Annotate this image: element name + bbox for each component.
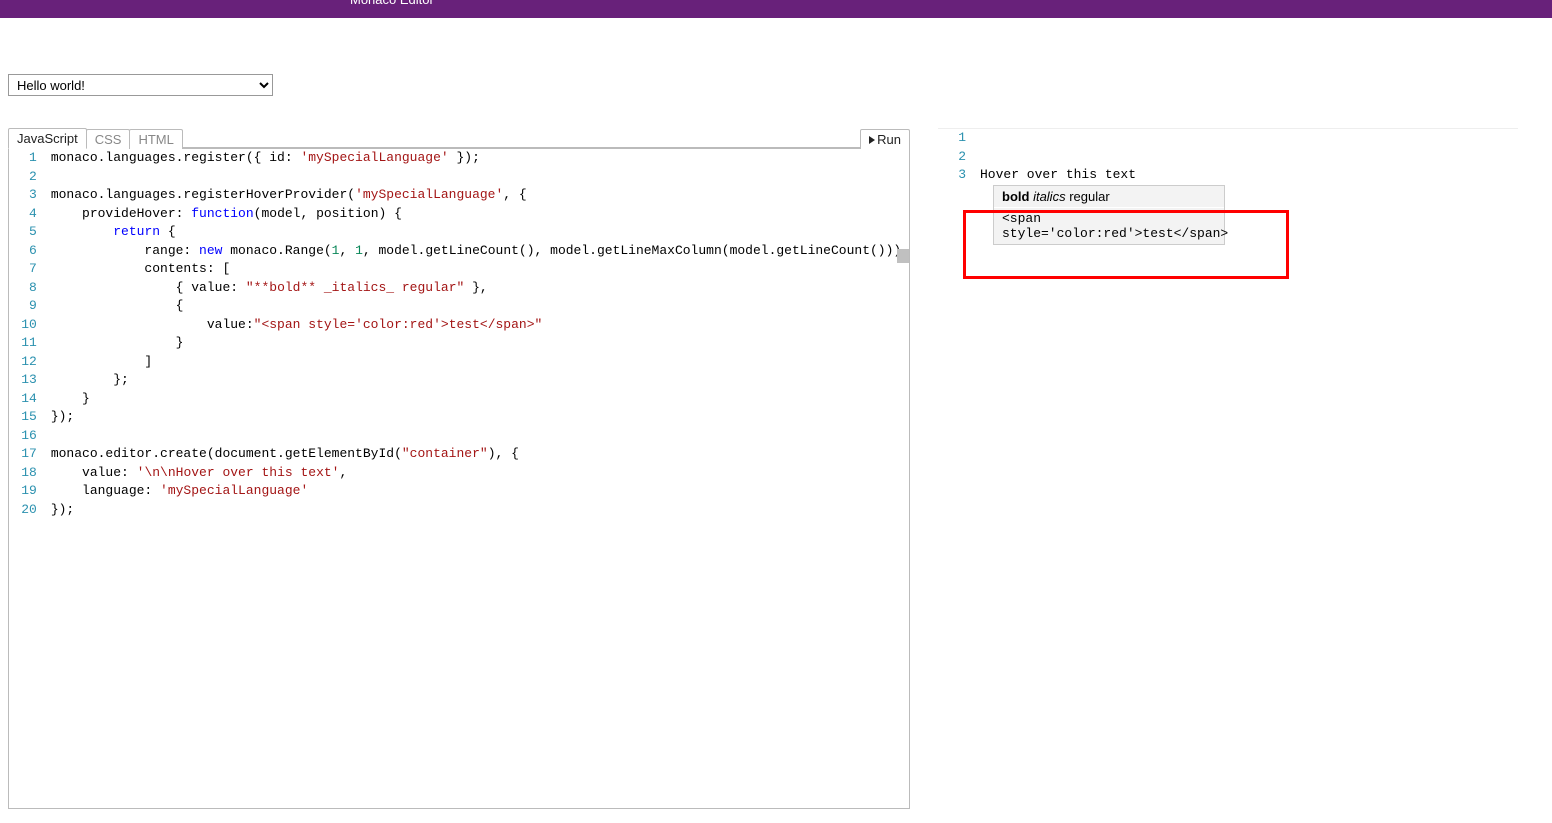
- line-number: 8: [9, 279, 37, 298]
- line-number: 1: [938, 129, 966, 148]
- code-line[interactable]: monaco.editor.create(document.getElement…: [51, 445, 909, 464]
- code-line[interactable]: }: [51, 390, 909, 409]
- preview-line[interactable]: [980, 129, 1518, 148]
- hover-tooltip: bold italics regular <span style='color:…: [993, 185, 1225, 245]
- line-number: 6: [9, 242, 37, 261]
- preview-gutter: 123: [938, 129, 980, 185]
- code-area[interactable]: monaco.languages.register({ id: 'mySpeci…: [51, 149, 909, 808]
- sample-dropdown[interactable]: Hello world!: [8, 74, 273, 96]
- tab-label: HTML: [138, 132, 173, 147]
- line-number: 1: [9, 149, 37, 168]
- code-line[interactable]: return {: [51, 223, 909, 242]
- code-editor[interactable]: 1234567891011121314151617181920 monaco.l…: [8, 149, 910, 809]
- tabbar-spacer: [182, 147, 860, 148]
- code-line[interactable]: language: 'mySpecialLanguage': [51, 482, 909, 501]
- line-number: 9: [9, 297, 37, 316]
- hover-row-2: <span style='color:red'>test</span>: [994, 207, 1224, 244]
- play-icon: [869, 136, 875, 144]
- preview-line[interactable]: [980, 148, 1518, 167]
- code-line[interactable]: ]: [51, 353, 909, 372]
- tab-javascript[interactable]: JavaScript: [8, 128, 87, 149]
- line-number: 11: [9, 334, 37, 353]
- code-line[interactable]: };: [51, 371, 909, 390]
- hover-row-1: bold italics regular: [994, 186, 1224, 207]
- code-line[interactable]: range: new monaco.Range(1, 1, model.getL…: [51, 242, 909, 261]
- code-line[interactable]: });: [51, 408, 909, 427]
- sample-selector-row: Hello world!: [0, 74, 1552, 96]
- header-title: Monaco Editor: [350, 0, 434, 7]
- preview-editor[interactable]: 123 Hover over this text: [938, 128, 1518, 185]
- line-number: 18: [9, 464, 37, 483]
- hover-italic-text: italics: [1033, 189, 1066, 204]
- line-number: 17: [9, 445, 37, 464]
- header-bar: Monaco Editor: [0, 0, 1552, 18]
- code-line[interactable]: }: [51, 334, 909, 353]
- code-line[interactable]: });: [51, 501, 909, 520]
- code-line[interactable]: provideHover: function(model, position) …: [51, 205, 909, 224]
- tab-html[interactable]: HTML: [129, 129, 182, 149]
- line-number: 19: [9, 482, 37, 501]
- line-number: 2: [9, 168, 37, 187]
- preview-code[interactable]: Hover over this text: [980, 129, 1518, 185]
- run-button[interactable]: Run: [860, 129, 910, 149]
- editor-panel: JavaScript CSS HTML Run 1234567891011121…: [8, 128, 910, 809]
- workarea: JavaScript CSS HTML Run 1234567891011121…: [0, 128, 1552, 809]
- scrollbar-thumb[interactable]: [897, 249, 909, 263]
- code-line[interactable]: {: [51, 297, 909, 316]
- code-line[interactable]: [51, 168, 909, 187]
- tab-css[interactable]: CSS: [86, 129, 131, 149]
- line-number: 3: [9, 186, 37, 205]
- code-line[interactable]: contents: [: [51, 260, 909, 279]
- code-line[interactable]: value: '\n\nHover over this text',: [51, 464, 909, 483]
- line-number: 10: [9, 316, 37, 335]
- hover-plain-text: regular: [1066, 189, 1110, 204]
- code-line[interactable]: value:"<span style='color:red'>test</spa…: [51, 316, 909, 335]
- line-number: 2: [938, 148, 966, 167]
- preview-panel: 123 Hover over this text bold italics re…: [938, 128, 1518, 809]
- code-line[interactable]: [51, 427, 909, 446]
- tab-bar: JavaScript CSS HTML Run: [8, 128, 910, 149]
- tab-label: CSS: [95, 132, 122, 147]
- code-line[interactable]: monaco.languages.register({ id: 'mySpeci…: [51, 149, 909, 168]
- run-label: Run: [877, 132, 901, 147]
- line-number: 14: [9, 390, 37, 409]
- line-number: 13: [9, 371, 37, 390]
- line-number: 7: [9, 260, 37, 279]
- line-number: 16: [9, 427, 37, 446]
- line-number: 5: [9, 223, 37, 242]
- line-number: 15: [9, 408, 37, 427]
- line-number: 12: [9, 353, 37, 372]
- preview-line[interactable]: Hover over this text: [980, 166, 1518, 185]
- code-line[interactable]: { value: "**bold** _italics_ regular" },: [51, 279, 909, 298]
- line-number-gutter: 1234567891011121314151617181920: [9, 149, 51, 808]
- line-number: 4: [9, 205, 37, 224]
- code-line[interactable]: monaco.languages.registerHoverProvider('…: [51, 186, 909, 205]
- line-number: 3: [938, 166, 966, 185]
- tab-label: JavaScript: [17, 131, 78, 146]
- line-number: 20: [9, 501, 37, 520]
- hover-bold-text: bold: [1002, 189, 1029, 204]
